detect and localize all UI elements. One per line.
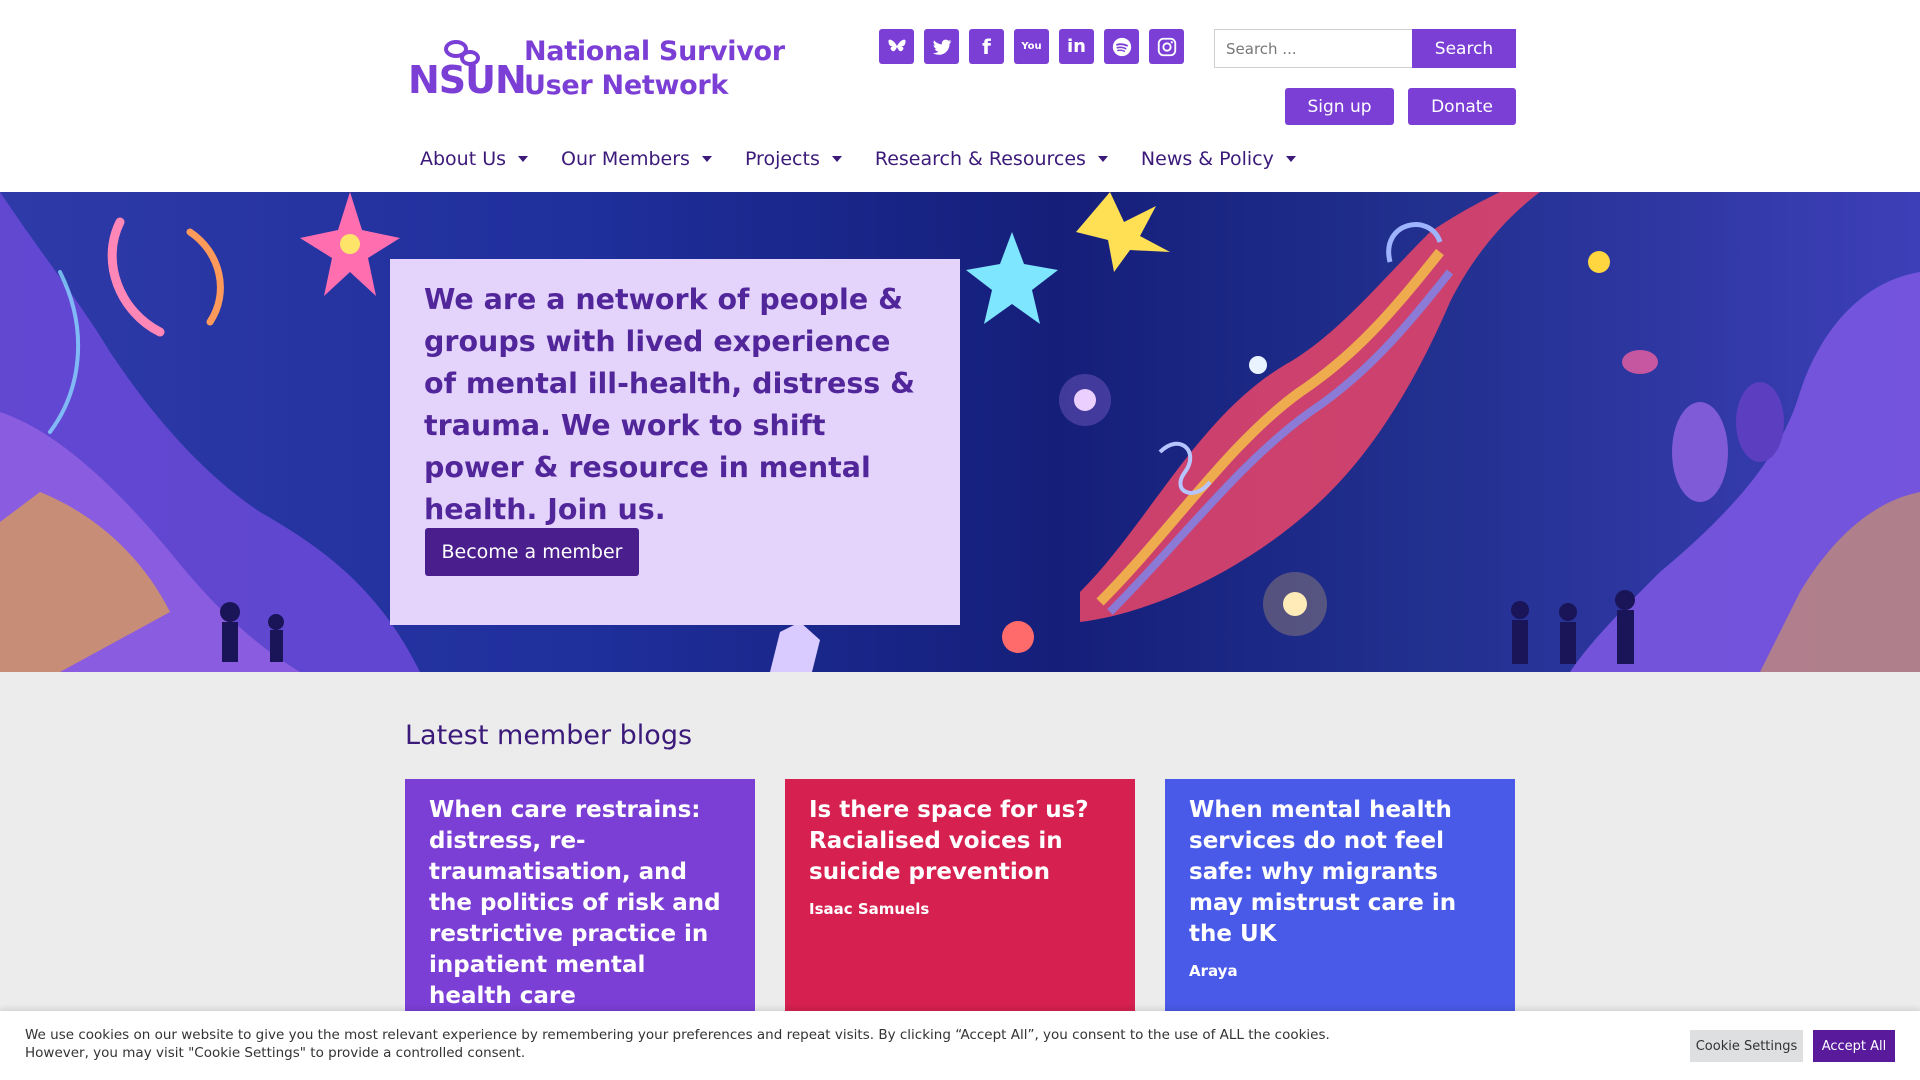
logo-text-line1: National Survivor [524, 36, 785, 67]
caret-down-icon [1097, 156, 1108, 162]
search-form: Search [1214, 29, 1516, 68]
main-nav: About Us Our Members Projects Research &… [420, 148, 1329, 170]
blog-card-title[interactable]: When mental health services do not feel … [1189, 795, 1491, 950]
site-logo[interactable]: NSUN National Survivor User Network [408, 34, 785, 104]
caret-down-icon [518, 156, 529, 162]
blog-card-title[interactable]: Is there space for us? Racialised voices… [809, 795, 1111, 888]
facebook-glyph: f [982, 34, 991, 59]
logo-text: National Survivor User Network [524, 35, 785, 103]
nsun-logo-mark: NSUN [408, 34, 527, 104]
linkedin-glyph: in [1067, 36, 1086, 57]
instagram-icon[interactable] [1149, 29, 1184, 64]
hero-heading: We are a network of people & groups with… [424, 283, 916, 526]
nav-item-projects[interactable]: Projects [745, 148, 842, 170]
search-input[interactable] [1214, 29, 1412, 68]
hero-banner: We are a network of people & groups with… [0, 192, 1920, 672]
logo-text-line2: User Network [524, 70, 729, 101]
nav-item-research-resources[interactable]: Research & Resources [875, 148, 1108, 170]
nav-label: Research & Resources [874, 148, 1086, 170]
cookie-settings-button[interactable]: Cookie Settings [1690, 1030, 1803, 1062]
spotify-icon[interactable] [1104, 29, 1139, 64]
blog-card-author: Araya [1189, 962, 1238, 980]
facebook-icon[interactable]: f [969, 29, 1004, 64]
signup-button[interactable]: Sign up [1285, 88, 1394, 125]
search-button[interactable]: Search [1412, 29, 1516, 68]
linkedin-icon[interactable]: in [1059, 29, 1094, 64]
site-header: NSUN National Survivor User Network f Yo… [0, 0, 1920, 192]
nav-label: Projects [744, 148, 820, 170]
cookie-text: We use cookies on our website to give yo… [25, 1027, 1330, 1061]
nav-label: About Us [420, 148, 507, 170]
donate-button[interactable]: Donate [1408, 88, 1516, 125]
blog-card-author: Isaac Samuels [809, 900, 930, 918]
accept-all-button[interactable]: Accept All [1813, 1030, 1895, 1062]
nav-label: Our Members [561, 148, 690, 170]
social-links: f You in [879, 29, 1184, 64]
nav-item-about-us[interactable]: About Us [420, 148, 529, 170]
bluesky-icon[interactable] [879, 29, 914, 64]
caret-down-icon [701, 156, 712, 162]
youtube-glyph: You [1021, 40, 1042, 52]
hero-card: We are a network of people & groups with… [390, 259, 960, 625]
become-a-member-button[interactable]: Become a member [425, 528, 639, 576]
section-title: Latest member blogs [405, 720, 693, 751]
caret-down-icon [1285, 156, 1296, 162]
hero-illustration [0, 192, 1920, 672]
cookie-banner: We use cookies on our website to give yo… [0, 1011, 1920, 1080]
youtube-icon[interactable]: You [1014, 29, 1049, 64]
blog-card-title[interactable]: When care restrains: distress, re-trauma… [429, 795, 731, 1012]
twitter-icon[interactable] [924, 29, 959, 64]
nav-label: News & Policy [1140, 148, 1274, 170]
nav-item-our-members[interactable]: Our Members [561, 148, 712, 170]
logo-letters: NSUN [408, 58, 527, 102]
nav-item-news-policy[interactable]: News & Policy [1141, 148, 1296, 170]
caret-down-icon [831, 156, 842, 162]
header-actions: Sign up Donate [1285, 88, 1516, 125]
